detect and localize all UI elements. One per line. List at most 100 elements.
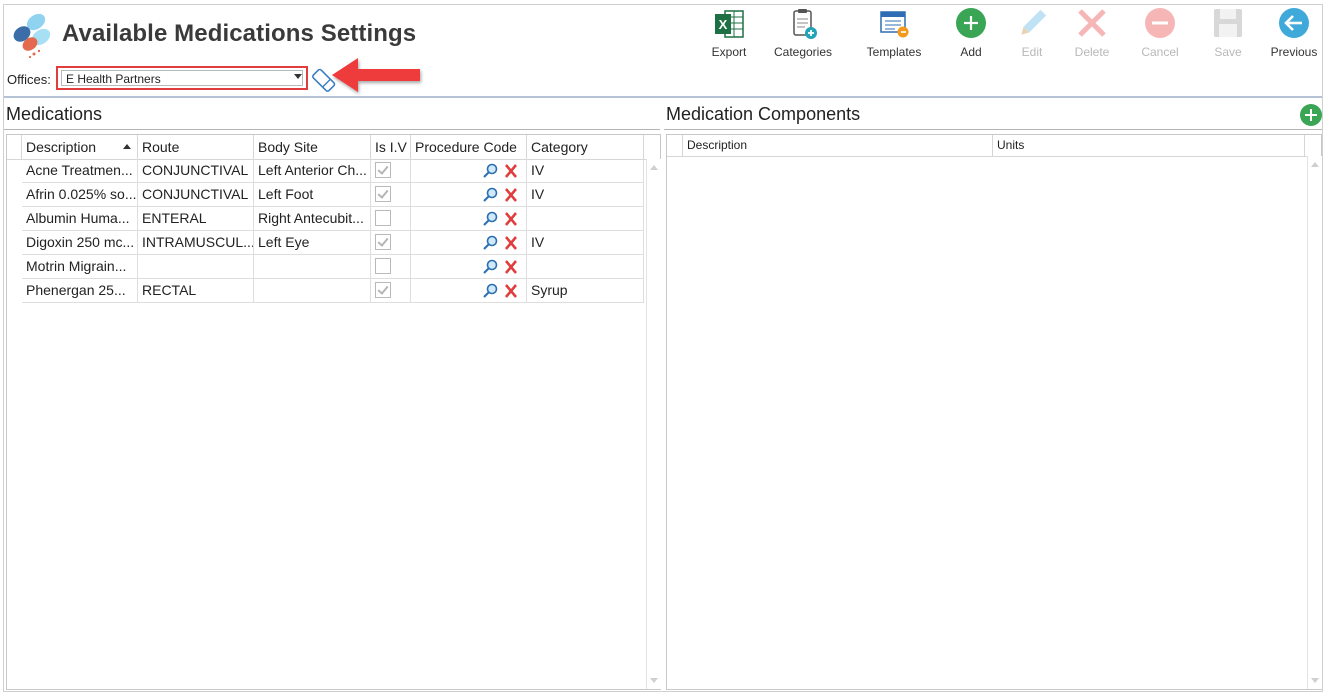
scroll-down-icon[interactable] [1311,678,1319,683]
red-arrow-annotation [332,58,420,92]
col-header-category[interactable]: Category [527,135,644,159]
save-label: Save [1214,45,1242,59]
cell-is-iv [371,159,411,182]
arrow-left-icon [1279,8,1309,38]
medications-scrollbar[interactable] [646,159,661,689]
cell-body-site [254,255,371,278]
cell-is-iv [371,231,411,254]
cell-procedure-code [411,255,527,278]
close-icon[interactable] [505,212,517,226]
cell-category: IV [527,159,644,182]
previous-label: Previous [1270,45,1318,59]
search-icon[interactable] [483,259,498,274]
is-iv-checkbox[interactable] [375,258,391,274]
components-grid: Description Units [666,134,1322,690]
is-iv-checkbox[interactable] [375,282,391,298]
export-button[interactable]: X Export [704,6,754,59]
search-icon[interactable] [483,211,498,226]
col-header-is-iv[interactable]: Is I.V [371,135,411,159]
chevron-down-icon[interactable] [294,74,302,79]
cancel-label: Cancel [1141,45,1179,59]
is-iv-checkbox[interactable] [375,162,391,178]
table-row[interactable]: Digoxin 250 mc... INTRAMUSCUL... Left Eye I… [22,231,644,255]
is-iv-checkbox[interactable] [375,186,391,202]
edit-label: Edit [1021,45,1043,59]
categories-icon [793,9,817,39]
cancel-icon [1145,8,1175,38]
cell-route: CONJUNCTIVAL [138,159,254,182]
table-row[interactable]: Phenergan 25... RECTAL Syrup [22,279,644,303]
cell-body-site: Left Anterior Ch... [254,159,371,182]
add-button[interactable]: Add [950,6,992,59]
components-title: Medication Components [666,104,861,124]
pencil-icon [1021,9,1047,35]
cell-description: Albumin Huma... [22,207,138,230]
is-iv-checkbox[interactable] [375,234,391,250]
scroll-down-icon[interactable] [650,678,658,683]
components-scrollbar[interactable] [1307,156,1322,689]
previous-button[interactable]: Previous [1266,6,1322,59]
components-grid-header: Description Units [667,135,1321,157]
cell-route: ENTERAL [138,207,254,230]
col-header-units[interactable]: Units [993,135,1305,156]
close-icon[interactable] [505,164,517,178]
procedure-code-actions [483,259,517,274]
table-row[interactable]: Acne Treatmen... CONJUNCTIVAL Left Anterio… [22,159,644,183]
col-header-description[interactable]: Description [22,135,138,159]
row-indicator-header [7,135,22,159]
close-icon[interactable] [505,260,517,274]
categories-button[interactable]: Categories [770,6,836,59]
sort-ascending-icon [123,144,131,149]
is-iv-checkbox[interactable] [375,210,391,226]
cell-category [527,207,644,230]
close-icon[interactable] [505,236,517,250]
medications-grid-header: Description Route Body Site Is I.V Proce… [7,135,660,160]
search-icon[interactable] [483,187,498,202]
cell-description: Motrin Migrain... [22,255,138,278]
procedure-code-actions [483,163,517,178]
scroll-up-icon[interactable] [650,165,658,170]
cell-category: IV [527,231,644,254]
table-row[interactable]: Albumin Huma... ENTERAL Right Antecubit... [22,207,644,231]
cell-category: IV [527,183,644,206]
excel-icon: X [715,10,744,38]
cell-body-site [254,279,371,302]
cell-description: Acne Treatmen... [22,159,138,182]
col-header-route[interactable]: Route [138,135,254,159]
search-icon[interactable] [483,235,498,250]
offices-dropdown-value: E Health Partners [61,70,303,86]
col-header-procedure-code[interactable]: Procedure Code [411,135,527,159]
export-label: Export [711,45,747,59]
cell-description: Phenergan 25... [22,279,138,302]
cell-is-iv [371,207,411,230]
col-header-body-site[interactable]: Body Site [254,135,371,159]
cell-route: INTRAMUSCUL... [138,231,254,254]
procedure-code-actions [483,235,517,250]
col-header-component-description[interactable]: Description [683,135,993,156]
cancel-button[interactable]: Cancel [1138,6,1182,59]
categories-label: Categories [773,45,833,59]
row-indicator-header [667,135,683,156]
medications-divider [4,129,660,130]
add-component-button[interactable] [1299,103,1323,127]
close-icon[interactable] [505,284,517,298]
delete-label: Delete [1074,45,1110,59]
search-icon[interactable] [483,163,498,178]
templates-button[interactable]: Templates [862,6,926,59]
offices-dropdown[interactable]: E Health Partners [56,66,308,90]
search-icon[interactable] [483,283,498,298]
cell-route [138,255,254,278]
close-icon [1078,9,1106,37]
save-button[interactable]: Save [1208,6,1248,59]
scroll-up-icon[interactable] [1311,162,1319,167]
delete-button[interactable]: Delete [1070,6,1114,59]
cell-body-site: Left Eye [254,231,371,254]
toolbar: X Export Categories Templates Add Edit D… [690,6,1326,66]
close-icon[interactable] [505,188,517,202]
medications-title: Medications [6,104,103,124]
floppy-disk-icon [1214,9,1242,37]
cell-procedure-code [411,279,527,302]
table-row[interactable]: Afrin 0.025% so... CONJUNCTIVAL Left Foot I… [22,183,644,207]
table-row[interactable]: Motrin Migrain... [22,255,644,279]
edit-button[interactable]: Edit [1012,6,1052,59]
